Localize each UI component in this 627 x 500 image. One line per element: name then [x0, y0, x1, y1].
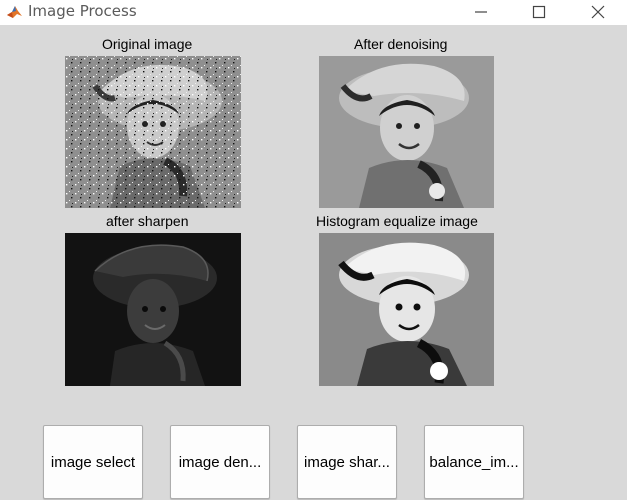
maximize-icon — [532, 5, 546, 19]
title-bar: Image Process — [0, 0, 627, 25]
close-icon — [591, 5, 605, 19]
sharpened-image — [65, 233, 241, 386]
original-image-title: Original image — [102, 36, 193, 52]
app-window: Image Process Original image After denoi… — [0, 0, 627, 500]
denoised-image — [319, 56, 494, 208]
equalized-image — [319, 233, 494, 386]
equalized-image-title: Histogram equalize image — [316, 213, 478, 229]
minimize-button[interactable] — [458, 0, 504, 25]
window-title: Image Process — [28, 2, 137, 20]
minimize-icon — [475, 11, 487, 13]
close-button[interactable] — [575, 0, 621, 25]
original-image — [65, 56, 241, 208]
balance-image-button[interactable]: balance_im... — [424, 425, 524, 499]
sharpened-image-title: after sharpen — [106, 213, 189, 229]
image-sharpen-button[interactable]: image shar... — [297, 425, 397, 499]
matlab-icon — [6, 3, 23, 20]
image-denoise-button[interactable]: image den... — [170, 425, 270, 499]
image-select-button[interactable]: image select — [43, 425, 143, 499]
maximize-button[interactable] — [516, 0, 562, 25]
denoised-image-title: After denoising — [354, 36, 448, 52]
